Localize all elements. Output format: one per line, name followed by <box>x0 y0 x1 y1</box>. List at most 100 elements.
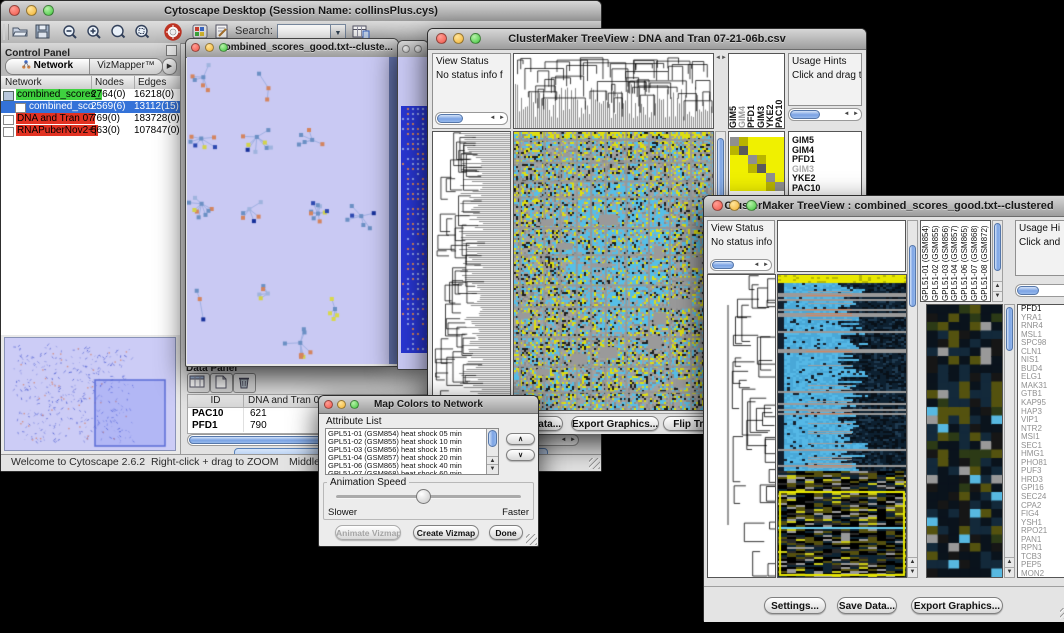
column-header-nodes[interactable]: Nodes <box>91 76 124 89</box>
row-dendrogram[interactable] <box>432 131 511 411</box>
pane-arrows-icon[interactable]: ◄► <box>715 55 727 61</box>
zoom-window-button[interactable] <box>43 5 54 16</box>
treeview-dna-title-bar[interactable]: ClusterMaker TreeView : DNA and Tran 07-… <box>428 29 866 50</box>
close-button[interactable] <box>712 200 723 211</box>
main-title-bar[interactable]: Cytoscape Desktop (Session Name: collins… <box>1 1 601 22</box>
zoom-window-button[interactable] <box>350 400 359 409</box>
network-table-row[interactable]: combined_sco2569(6)13112(15) <box>1 101 180 113</box>
float-panel-icon[interactable] <box>166 45 177 56</box>
dialog-resize-grip[interactable] <box>526 534 537 545</box>
row-dendrogram[interactable] <box>707 274 776 578</box>
array-labels-scrollbar[interactable]: ▲ ▼ <box>992 220 1003 302</box>
network-table-row[interactable]: combined_scores_2764(0)16218(0) <box>1 89 180 101</box>
usage-hints-scrollbar[interactable]: ◄ ► <box>788 108 862 121</box>
network-window-title-bar[interactable]: combined_scores_good.txt--cluste... <box>186 39 398 58</box>
tab-network[interactable]: Network <box>6 59 90 74</box>
network-nodes: 2569(6) <box>91 101 125 113</box>
save-session-icon[interactable] <box>34 23 51 45</box>
network-graph-canvas[interactable] <box>187 57 397 364</box>
zoom-heatmap-vscrollbar[interactable]: ▲ ▼ <box>1004 304 1015 578</box>
birdseye-view[interactable] <box>4 337 176 451</box>
export-graphics----button[interactable]: Export Graphics... <box>571 416 659 431</box>
close-button[interactable] <box>436 33 447 44</box>
open-session-icon[interactable] <box>11 23 29 45</box>
view-status-scrollbar[interactable]: ◄ ► <box>710 259 772 271</box>
scrollbar-arrows[interactable]: ◄ ► <box>560 436 577 444</box>
delete-attribute-icon[interactable] <box>233 373 256 393</box>
data-cell-id: PFD1 <box>188 420 244 432</box>
matrix-cell <box>757 173 766 182</box>
done-button[interactable]: Done <box>489 525 523 540</box>
slower-label: Slower <box>328 507 357 518</box>
minimize-button[interactable] <box>205 43 214 52</box>
folder-icon <box>3 91 14 101</box>
view-status-scrollbar[interactable]: ◄ ► <box>435 112 508 125</box>
treeview-combined-title: ClusterMaker TreeView : combined_scores_… <box>724 200 1053 212</box>
create-attribute-icon[interactable] <box>210 373 233 393</box>
column-dendrogram[interactable] <box>777 220 906 272</box>
view-status-text: No status info f <box>433 68 510 82</box>
data-column-id[interactable]: ID <box>188 395 244 407</box>
heatmap-canvas[interactable] <box>777 274 907 578</box>
network-view-window: combined_scores_good.txt--cluste... <box>185 38 399 367</box>
usage-hints-scrollbar[interactable] <box>1015 284 1064 297</box>
move-up-button[interactable]: ∧ <box>506 433 535 445</box>
network-edges: 107847(0) <box>134 125 180 137</box>
gene-label[interactable]: PAC10 <box>792 184 861 194</box>
matrix-cell <box>730 137 739 146</box>
matrix-cell <box>739 182 748 191</box>
network-nodes: 563(0) <box>91 125 120 137</box>
create-vizmap-button[interactable]: Create Vizmap <box>413 525 479 540</box>
window-resize-grip[interactable] <box>589 458 600 469</box>
column-header-edges[interactable]: Edges <box>134 76 166 89</box>
save-data----button[interactable]: Save Data... <box>837 597 897 614</box>
dense-cluster-canvas[interactable] <box>401 106 428 353</box>
minimize-button[interactable] <box>26 5 37 16</box>
heatmap-vscrollbar[interactable]: ▲ ▼ <box>907 220 918 578</box>
network-window-edge <box>389 57 397 364</box>
network-name: RNAPuberNov2+| <box>16 125 98 136</box>
export-graphics----button[interactable]: Export Graphics... <box>911 597 1003 614</box>
attribute-item[interactable]: GPL51-07 (GSM868) heat shock 60 min <box>328 470 498 475</box>
gene-label[interactable]: MON2 <box>1021 570 1064 578</box>
minimize-button[interactable] <box>453 33 464 44</box>
matrix-cell <box>748 137 757 146</box>
array-labels-panel: GPL51-01 (GSM854)GPL51-02 (GSM855)GPL51-… <box>920 220 991 302</box>
settings----button[interactable]: Settings... <box>764 597 826 614</box>
minimize-button[interactable] <box>729 200 740 211</box>
matrix-cell <box>766 155 775 164</box>
column-dendrogram[interactable] <box>513 53 714 129</box>
file-icon <box>3 115 14 125</box>
dialog-title-bar[interactable]: Map Colors to Network <box>319 396 538 414</box>
treeview-combined-title-bar[interactable]: ClusterMaker TreeView : combined_scores_… <box>704 196 1064 217</box>
tab-vizmapper[interactable]: VizMapper™ <box>90 59 162 74</box>
close-button[interactable] <box>324 400 333 409</box>
map-colors-dialog: Map Colors to Network Attribute List GPL… <box>318 395 539 547</box>
zoom-window-button[interactable] <box>746 200 757 211</box>
column-label: PAC10 <box>775 56 784 128</box>
matrix-cell <box>748 173 757 182</box>
select-attributes-icon[interactable] <box>187 373 210 393</box>
matrix-cell <box>730 164 739 173</box>
attribute-list-scrollbar[interactable]: ▲ ▼ <box>486 429 498 474</box>
zoom-window-button[interactable] <box>470 33 481 44</box>
close-button[interactable] <box>402 45 410 53</box>
zoom-window-button[interactable] <box>219 43 228 52</box>
column-header-network[interactable]: Network <box>5 76 42 89</box>
zoom-heatmap-canvas[interactable] <box>926 304 1003 578</box>
network-view-window-2 <box>397 40 429 370</box>
window-resize-grip[interactable] <box>1060 608 1064 619</box>
close-button[interactable] <box>191 43 200 52</box>
network2-title-bar[interactable] <box>398 41 428 58</box>
column-label: GIM5 <box>729 56 738 128</box>
speed-slider-thumb[interactable] <box>416 489 431 504</box>
heatmap-canvas[interactable] <box>513 131 714 411</box>
move-down-button[interactable]: ∨ <box>506 449 535 461</box>
matrix-cell <box>766 164 775 173</box>
close-button[interactable] <box>9 5 20 16</box>
tab-overflow-button[interactable]: ▶ <box>162 58 177 75</box>
minimize-button[interactable] <box>414 45 422 53</box>
network-table-row[interactable]: RNAPuberNov2+|563(0) 107847(0) <box>1 125 180 137</box>
minimize-button[interactable] <box>337 400 346 409</box>
network-table-row[interactable]: DNA and Tran 07769(0)183728(0) <box>1 113 180 125</box>
